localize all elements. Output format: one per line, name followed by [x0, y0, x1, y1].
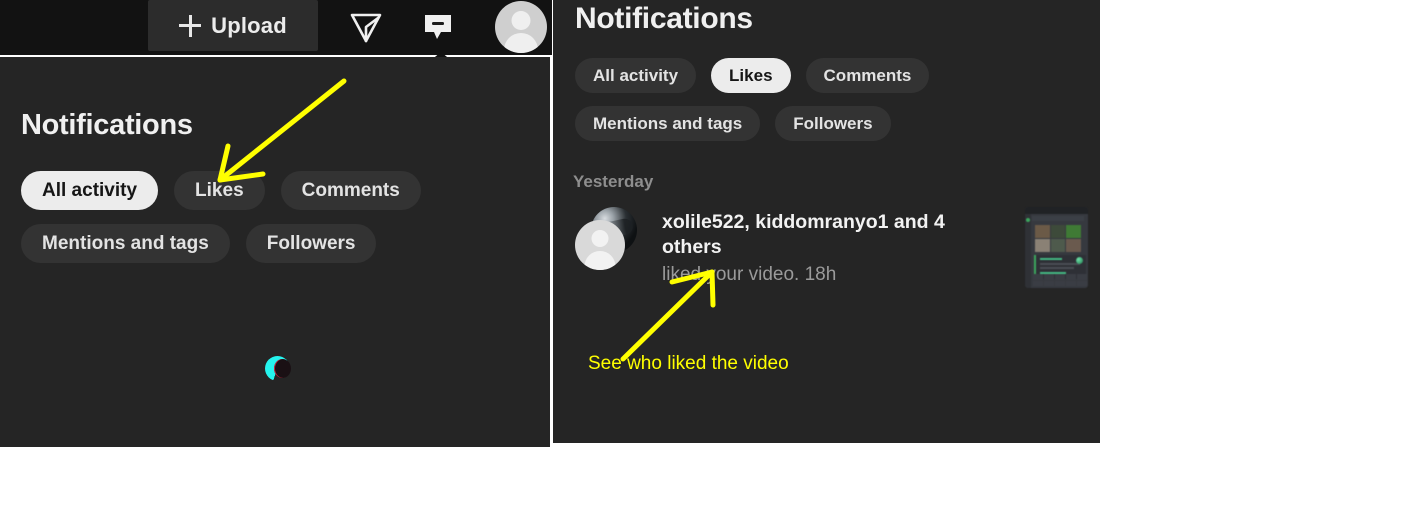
video-thumbnail[interactable] — [1025, 207, 1088, 288]
filter-chips-left: All activity Likes Comments Mentions and… — [21, 171, 521, 263]
plus-icon — [179, 14, 202, 37]
paper-plane-icon[interactable] — [340, 4, 392, 50]
section-header-yesterday: Yesterday — [573, 172, 654, 191]
filter-chip-comments-right[interactable]: Comments — [805, 58, 930, 93]
loading-spinner-icon — [265, 356, 291, 381]
filter-chip-likes[interactable]: Likes — [174, 171, 265, 210]
notification-text: xolile522, kiddomranyo1 and 4 others lik… — [662, 210, 972, 288]
notification-action-text: liked your video. 18h — [662, 264, 837, 285]
notifications-panel-left: Notifications All activity Likes Comment… — [0, 57, 550, 447]
avatar-head — [591, 230, 609, 247]
thumb-image-grid — [1035, 225, 1081, 252]
thumb-sidebar — [1025, 214, 1031, 288]
filter-chip-followers[interactable]: Followers — [245, 224, 377, 263]
filter-chip-all-activity[interactable]: All activity — [21, 171, 159, 210]
avatar-body — [584, 251, 616, 270]
thumb-keyboard — [1033, 274, 1087, 286]
notification-usernames[interactable]: xolile522, kiddomranyo1 and 4 others — [662, 210, 972, 260]
filter-chips-right: All activity Likes Comments Mentions and… — [575, 58, 1085, 141]
page-title-right: Notifications — [575, 2, 753, 35]
upload-button[interactable]: Upload — [148, 0, 318, 51]
avatar-default-front — [575, 220, 625, 270]
avatar-head — [511, 11, 531, 30]
avatar-body — [504, 33, 538, 53]
filter-chip-all-activity-right[interactable]: All activity — [575, 58, 697, 93]
thumb-avatar-dot — [1076, 257, 1083, 264]
thumb-header — [1032, 216, 1084, 221]
notification-list-item[interactable]: xolile522, kiddomranyo1 and 4 others lik… — [570, 202, 1095, 297]
page-title-left: Notifications — [21, 109, 193, 141]
filter-chip-followers-right[interactable]: Followers — [775, 106, 891, 141]
filter-chip-comments[interactable]: Comments — [280, 171, 421, 210]
message-bubble-icon[interactable] — [412, 4, 464, 50]
stacked-user-avatars[interactable] — [575, 207, 637, 270]
annotation-caption: See who liked the video — [588, 353, 789, 374]
profile-avatar[interactable] — [495, 1, 547, 53]
upload-button-label: Upload — [211, 12, 287, 38]
thumb-titlebar — [1025, 207, 1088, 214]
filter-chip-mentions-and-tags-right[interactable]: Mentions and tags — [575, 106, 761, 141]
filter-chip-mentions-and-tags[interactable]: Mentions and tags — [21, 224, 230, 263]
top-navigation-bar: Upload — [0, 0, 552, 55]
thumb-accent-dot — [1026, 218, 1030, 222]
filter-chip-likes-right[interactable]: Likes — [711, 58, 791, 93]
screenshot-root: Upload Notifications All activity Likes … — [0, 0, 1408, 517]
